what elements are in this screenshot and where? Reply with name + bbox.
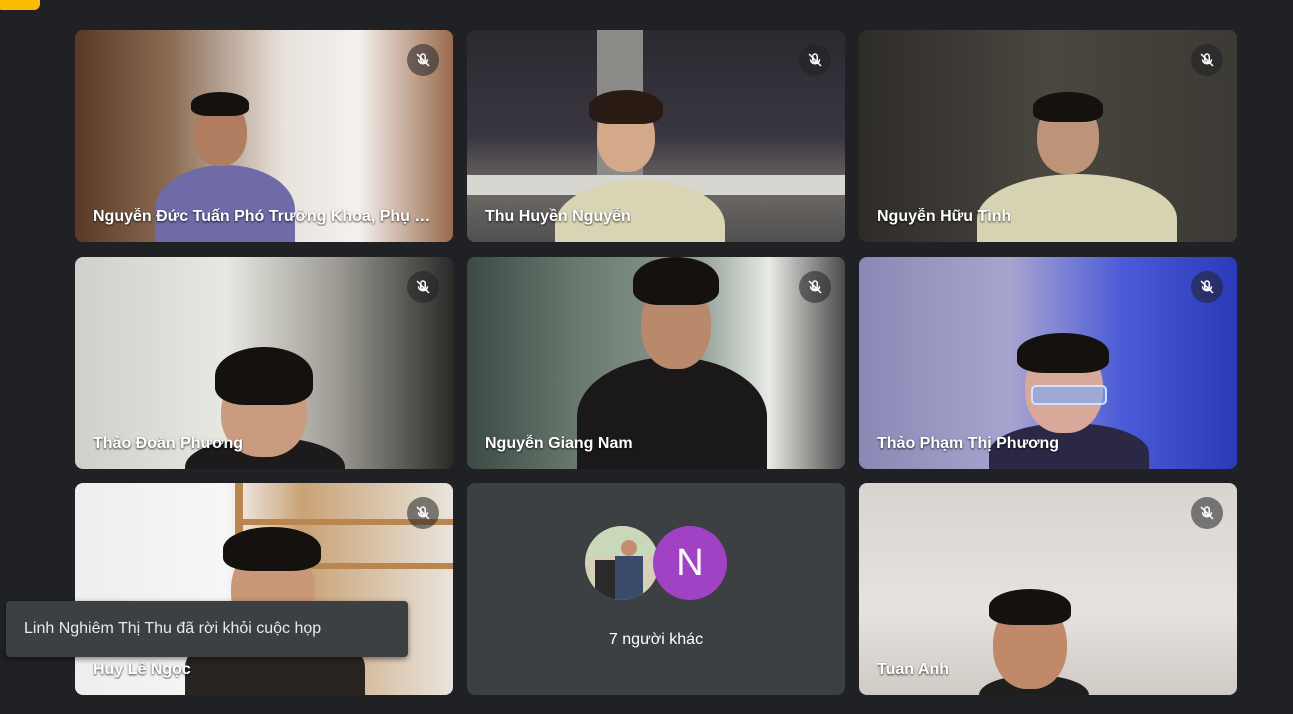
participant-tile-7[interactable]: Huy Lê Ngọc: [75, 483, 453, 695]
notification-text: Linh Nghiêm Thị Thu đã rời khỏi cuộc họp: [24, 620, 322, 637]
participant-tile-6[interactable]: Thảo Phạm Thị Phương: [859, 257, 1237, 469]
participant-name: Nguyễn Giang Nam: [485, 435, 633, 452]
other-participants-tile[interactable]: N 7 người khác: [467, 483, 845, 695]
participant-avatar-photo: [585, 526, 659, 600]
mic-off-icon: [407, 271, 439, 303]
mic-off-icon: [1191, 497, 1223, 529]
participant-name: Thảo Phạm Thị Phương: [877, 435, 1060, 452]
activity-indicator[interactable]: [0, 0, 40, 10]
participant-name: Tuan Anh: [877, 661, 949, 678]
mic-off-icon: [799, 271, 831, 303]
mic-off-icon: [1191, 44, 1223, 76]
participant-name: Thảo Đoàn Phương: [93, 435, 244, 452]
other-participants-label: 7 người khác: [608, 631, 704, 648]
participant-avatar-letter: N: [653, 526, 727, 600]
participant-tile-4[interactable]: Thảo Đoàn Phương: [75, 257, 453, 469]
participant-name: Nguyễn Đức Tuấn Phó Trưởng Khoa, Phụ t..…: [93, 208, 433, 225]
mic-off-icon: [407, 497, 439, 529]
participant-name: Nguyễn Hữu Tình: [877, 208, 1012, 225]
left-meeting-notification: Linh Nghiêm Thị Thu đã rời khỏi cuộc họp: [6, 601, 408, 657]
participant-tile-1[interactable]: Nguyễn Đức Tuấn Phó Trưởng Khoa, Phụ t..…: [75, 30, 453, 242]
mic-off-icon: [799, 44, 831, 76]
participant-tile-3[interactable]: Nguyễn Hữu Tình: [859, 30, 1237, 242]
participant-name: Huy Lê Ngọc: [93, 661, 191, 678]
participant-name: Thu Huyền Nguyễn: [485, 208, 631, 225]
participant-tile-2[interactable]: Thu Huyền Nguyễn: [467, 30, 845, 242]
mic-off-icon: [407, 44, 439, 76]
mic-off-icon: [1191, 271, 1223, 303]
participant-tile-8[interactable]: Tuan Anh: [859, 483, 1237, 695]
participant-tile-5[interactable]: Nguyễn Giang Nam: [467, 257, 845, 469]
